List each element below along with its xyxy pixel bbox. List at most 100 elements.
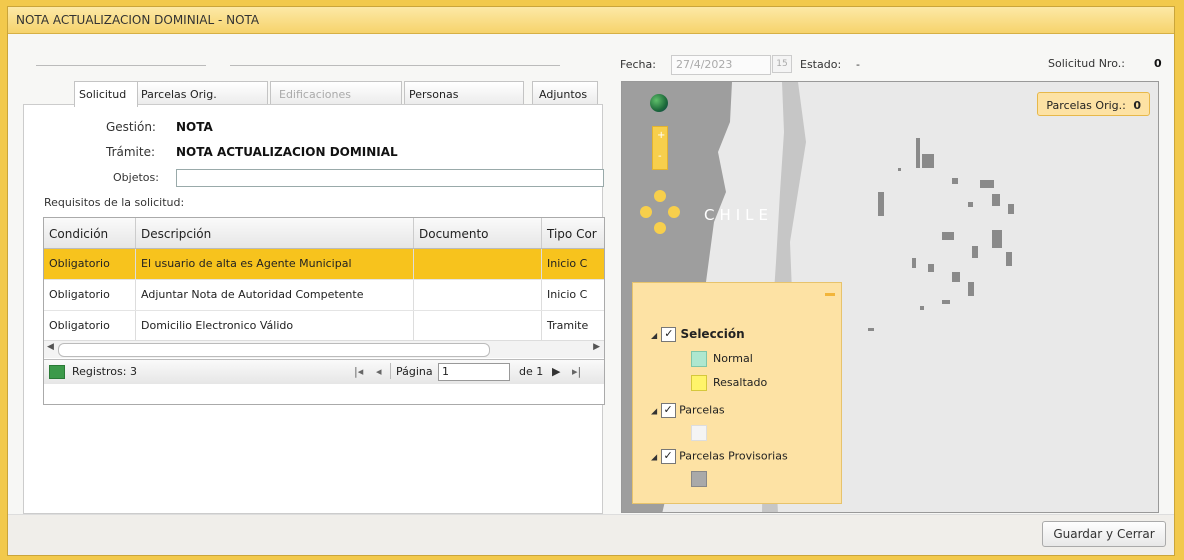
solicitud-value: 0 [1154, 57, 1162, 70]
window-title: NOTA ACTUALIZACION DOMINIAL - NOTA [16, 13, 260, 27]
table-cell: Domicilio Electronico Válido [136, 311, 414, 341]
table-row[interactable]: Obligatorio El usuario de alta es Agente… [44, 249, 604, 280]
estado-label: Estado: [800, 58, 842, 71]
pan-control[interactable] [638, 190, 682, 234]
legend-label: Selección [680, 327, 745, 341]
tab-edificaciones[interactable]: Edificaciones [270, 81, 402, 105]
table-cell: Obligatorio [44, 311, 136, 341]
scrollbar-thumb[interactable] [58, 343, 490, 357]
tab-adjuntos[interactable]: Adjuntos [532, 81, 598, 105]
legend-item-parcelas[interactable]: ◢ ✓ Parcelas [651, 403, 725, 418]
tab-label: Parcelas Orig. [141, 88, 217, 101]
last-page-icon[interactable]: ▸| [572, 365, 581, 378]
estado-value: - [856, 58, 860, 71]
export-excel-icon[interactable] [49, 365, 65, 379]
table-cell: El usuario de alta es Agente Municipal [136, 249, 414, 279]
expand-icon[interactable]: ◢ [651, 331, 657, 340]
table-row[interactable]: Obligatorio Domicilio Electronico Válido… [44, 311, 604, 342]
requisitos-label: Requisitos de la solicitud: [44, 196, 185, 209]
table-cell: Inicio C [542, 280, 604, 310]
table-cell [414, 280, 542, 310]
pan-down-icon[interactable] [654, 222, 666, 234]
table-cell: Obligatorio [44, 249, 136, 279]
pan-right-icon[interactable] [668, 206, 680, 218]
column-header[interactable]: Descripción [136, 218, 414, 248]
column-header[interactable]: Tipo Cor [542, 218, 604, 248]
legend-label: Parcelas Provisorias [679, 449, 788, 463]
pan-up-icon[interactable] [654, 190, 666, 202]
globe-icon[interactable] [650, 94, 668, 112]
objetos-input[interactable] [176, 169, 604, 187]
prev-page-icon[interactable]: ◂ [376, 365, 382, 378]
page-label: Página [396, 365, 433, 378]
zoom-control: + - [652, 126, 668, 170]
map-legend: ◢ ✓ Selección Normal Resaltado ◢ ✓ Parce… [632, 282, 842, 504]
table-row[interactable]: Obligatorio Adjuntar Nota de Autoridad C… [44, 280, 604, 311]
grid-pager: Registros: 3 |◂ ◂ Página 1 de 1 ▶ ▸| [44, 359, 604, 384]
legend-label: Parcelas [679, 403, 725, 417]
table-cell: Adjuntar Nota de Autoridad Competente [136, 280, 414, 310]
first-page-icon[interactable]: |◂ [354, 365, 363, 378]
divider [230, 65, 560, 66]
table-cell [414, 311, 542, 341]
tab-parcelas-orig[interactable]: Parcelas Orig. [136, 81, 268, 105]
legend-item-provisorias[interactable]: ◢ ✓ Parcelas Provisorias [651, 449, 788, 464]
map-country-label: CHILE [704, 206, 774, 224]
column-header[interactable]: Condición [44, 218, 136, 248]
badge-label: Parcelas Orig.: [1046, 99, 1126, 112]
fecha-label: Fecha: [620, 58, 656, 71]
parcelas-orig-badge: Parcelas Orig.: 0 [1037, 92, 1150, 116]
column-header[interactable]: Documento [414, 218, 542, 248]
fecha-field[interactable]: 27/4/2023 [671, 55, 771, 75]
next-page-icon[interactable]: ▶ [552, 365, 560, 378]
page-input[interactable]: 1 [438, 363, 510, 381]
footer-bar: Guardar y Cerrar [8, 514, 1174, 555]
pager-separator [390, 363, 391, 379]
legend-label: Resaltado [713, 376, 768, 389]
table-cell: Tramite [542, 311, 604, 341]
zoom-in-button[interactable]: + [657, 130, 665, 141]
tab-label: Solicitud [79, 88, 127, 101]
provisorias-swatch [691, 471, 707, 487]
tab-personas[interactable]: Personas [404, 81, 524, 105]
page-of-label: de 1 [519, 365, 544, 378]
divider [36, 65, 206, 66]
tab-solicitud[interactable]: Solicitud [74, 81, 138, 107]
save-close-button[interactable]: Guardar y Cerrar [1042, 521, 1166, 547]
tab-label: Personas [409, 88, 459, 101]
resaltado-swatch [691, 375, 707, 391]
fecha-value: 27/4/2023 [676, 58, 733, 71]
table-cell [414, 249, 542, 279]
objetos-label: Objetos: [113, 171, 159, 184]
calendar-day: 15 [776, 59, 788, 69]
scroll-left-icon[interactable]: ◀ [47, 342, 54, 352]
parcel-shapes [868, 138, 1014, 331]
calendar-icon[interactable]: 15 [772, 55, 792, 73]
gestion-label: Gestión: [106, 120, 156, 134]
legend-label: Normal [713, 352, 753, 365]
map-view[interactable]: + - CHILE Parcelas Orig.: 0 ◢ ✓ Selecció… [621, 81, 1159, 513]
records-count: Registros: 3 [72, 365, 137, 378]
tab-label: Edificaciones [279, 88, 352, 101]
parcelas-swatch [691, 425, 707, 441]
scroll-right-icon[interactable]: ▶ [593, 342, 600, 352]
pan-left-icon[interactable] [640, 206, 652, 218]
tramite-label: Trámite: [106, 145, 156, 159]
page-value: 1 [442, 365, 449, 378]
expand-icon[interactable]: ◢ [651, 453, 657, 462]
checkbox[interactable]: ✓ [660, 449, 676, 464]
checkbox[interactable]: ✓ [661, 327, 677, 342]
zoom-out-button[interactable]: - [658, 151, 662, 162]
dialog-window: NOTA ACTUALIZACION DOMINIAL - NOTA Fecha… [7, 6, 1175, 556]
requisitos-grid: Condición Descripción Documento Tipo Cor… [43, 217, 605, 405]
legend-minimize-icon[interactable] [825, 293, 835, 296]
grid-header: Condición Descripción Documento Tipo Cor [44, 218, 604, 249]
title-bar: NOTA ACTUALIZACION DOMINIAL - NOTA [8, 7, 1174, 34]
horizontal-scrollbar[interactable]: ◀ ▶ [44, 340, 604, 358]
gestion-value: NOTA [176, 120, 213, 134]
legend-item-seleccion[interactable]: ◢ ✓ Selección [651, 327, 745, 342]
expand-icon[interactable]: ◢ [651, 407, 657, 416]
tab-label: Adjuntos [539, 88, 588, 101]
checkbox[interactable]: ✓ [660, 403, 676, 418]
normal-swatch [691, 351, 707, 367]
